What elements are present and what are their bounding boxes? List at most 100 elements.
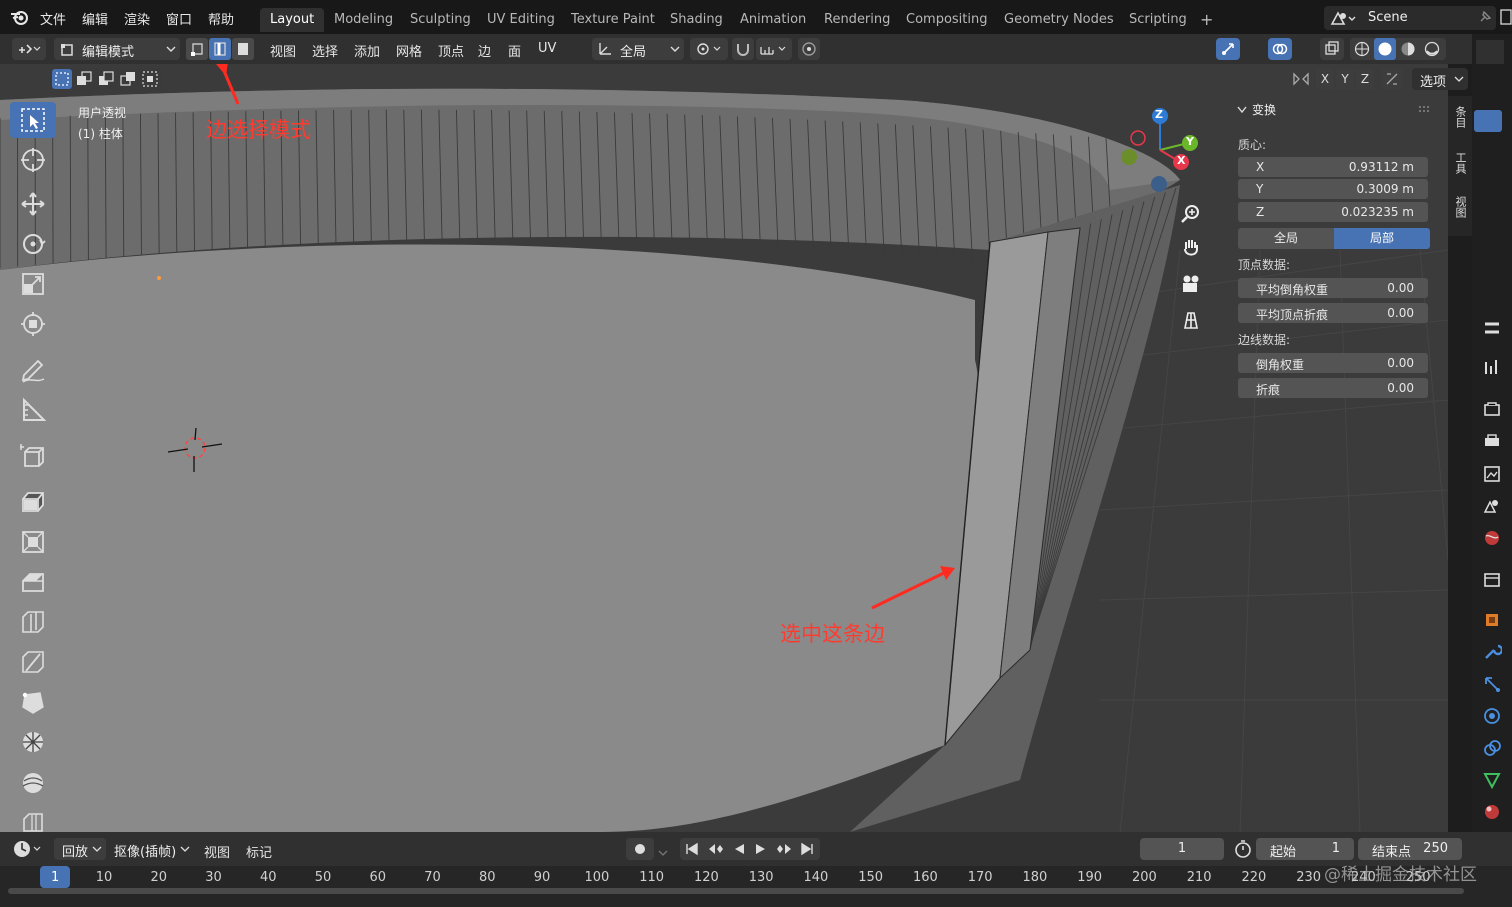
- solid-shading-button[interactable]: [1374, 38, 1396, 60]
- scene-selector[interactable]: Scene: [1324, 6, 1496, 30]
- keying-menu[interactable]: 抠像(插帧): [108, 838, 194, 860]
- median-x-field[interactable]: X 0.93112 m: [1238, 157, 1428, 177]
- menu-window[interactable]: 窗口: [166, 9, 192, 28]
- tool-properties-icon[interactable]: [1482, 318, 1502, 338]
- menu-edit[interactable]: 编辑: [82, 9, 108, 28]
- bevel-tool[interactable]: [10, 564, 56, 600]
- jump-end-icon[interactable]: [800, 842, 814, 856]
- tab-geometry-nodes[interactable]: Geometry Nodes: [994, 8, 1124, 32]
- auto-keying-button[interactable]: [626, 838, 654, 860]
- jump-keyframe-forward-icon[interactable]: [775, 842, 793, 856]
- tab-scripting[interactable]: Scripting: [1119, 8, 1197, 32]
- tab-animation[interactable]: Animation: [730, 8, 816, 32]
- render-properties-icon[interactable]: [1482, 358, 1502, 378]
- header-menu-face[interactable]: 面: [508, 41, 521, 60]
- proportional-edit-toggle[interactable]: [798, 38, 820, 60]
- overlays-toggle[interactable]: [1268, 38, 1292, 60]
- mirror-z-toggle[interactable]: Z: [1356, 69, 1374, 89]
- header-menu-edge[interactable]: 边: [478, 41, 491, 60]
- edge-bevel-weight-field[interactable]: 倒角权重 0.00: [1238, 353, 1428, 373]
- tab-sculpting[interactable]: Sculpting: [400, 8, 481, 32]
- wireframe-shading-icon[interactable]: [1354, 41, 1370, 57]
- header-menu-select[interactable]: 选择: [312, 41, 338, 60]
- inset-tool[interactable]: [10, 524, 56, 560]
- mirror-y-toggle[interactable]: Y: [1336, 69, 1354, 89]
- tab-uv-editing[interactable]: UV Editing: [477, 8, 565, 32]
- mean-vertex-bevel-field[interactable]: 平均倒角权重 0.00: [1238, 278, 1428, 298]
- gizmo-toggle[interactable]: [1216, 38, 1240, 60]
- global-button[interactable]: 全局: [1238, 228, 1334, 249]
- timeline-scrollbar[interactable]: [8, 888, 1464, 894]
- measure-tool[interactable]: [10, 392, 56, 428]
- timeline-editor-type-icon[interactable]: [12, 840, 46, 862]
- tab-tool[interactable]: 工具: [1452, 152, 1468, 174]
- play-icon[interactable]: [754, 842, 768, 856]
- median-y-field[interactable]: Y 0.3009 m: [1238, 179, 1428, 199]
- options-dropdown[interactable]: 选项: [1412, 68, 1468, 90]
- xray-toggle[interactable]: [1320, 38, 1344, 60]
- constraints-icon[interactable]: [1482, 738, 1502, 758]
- tab-rendering[interactable]: Rendering: [814, 8, 900, 32]
- scale-tool[interactable]: [10, 266, 56, 302]
- rotate-tool[interactable]: [10, 226, 56, 262]
- vertex-select-mode-button[interactable]: [186, 38, 208, 60]
- add-cube-tool[interactable]: [10, 438, 56, 474]
- world-properties-icon[interactable]: [1482, 528, 1502, 548]
- playback-menu[interactable]: 回放: [54, 838, 106, 860]
- outliner-toggle-icon[interactable]: [1474, 110, 1502, 132]
- header-menu-add[interactable]: 添加: [354, 41, 380, 60]
- current-frame-field[interactable]: 1: [1140, 838, 1224, 860]
- physics-icon[interactable]: [1482, 706, 1502, 726]
- print-properties-icon[interactable]: [1482, 432, 1502, 452]
- mean-vertex-crease-field[interactable]: 平均顶点折痕 0.00: [1238, 303, 1428, 323]
- end-frame-field[interactable]: 结束点 250: [1358, 838, 1462, 860]
- panel-collapse-chevron-icon[interactable]: [1236, 104, 1248, 119]
- select-subtract-icon[interactable]: [98, 71, 114, 91]
- auto-keying-dropdown-icon[interactable]: [658, 846, 668, 861]
- spin-tool[interactable]: [10, 724, 56, 760]
- jump-start-icon[interactable]: [685, 842, 699, 856]
- select-extend-icon[interactable]: [76, 71, 92, 91]
- timeline-menu-view[interactable]: 视图: [204, 842, 230, 861]
- new-scene-icon[interactable]: [1500, 8, 1512, 30]
- tab-view[interactable]: 视图: [1452, 196, 1468, 218]
- select-new-icon[interactable]: [52, 69, 72, 89]
- extrude-tool[interactable]: [10, 484, 56, 520]
- tab-layout[interactable]: Layout: [260, 8, 325, 32]
- material-shading-icon[interactable]: [1400, 41, 1416, 57]
- header-menu-vertex[interactable]: 顶点: [438, 41, 464, 60]
- rendered-shading-icon[interactable]: [1424, 41, 1440, 57]
- stopwatch-icon[interactable]: [1234, 840, 1252, 862]
- object-properties-icon[interactable]: [1482, 610, 1502, 630]
- annotate-tool[interactable]: [10, 352, 56, 388]
- edge-crease-field[interactable]: 折痕 0.00: [1238, 378, 1428, 398]
- snap-target-dropdown[interactable]: [756, 38, 792, 60]
- transform-orientation-dropdown[interactable]: 全局: [592, 38, 684, 60]
- tab-item[interactable]: 条目: [1452, 106, 1468, 128]
- view-layer-icon[interactable]: [1482, 464, 1502, 484]
- tab-texture-paint[interactable]: Texture Paint: [561, 8, 665, 32]
- mesh-data-icon[interactable]: [1482, 770, 1502, 790]
- topology-mirror-icon[interactable]: [1382, 69, 1402, 89]
- mirror-x-toggle[interactable]: X: [1316, 69, 1334, 89]
- jump-keyframe-back-icon[interactable]: [707, 842, 725, 856]
- outliner-header-icon[interactable]: [1476, 40, 1504, 64]
- move-tool[interactable]: [10, 186, 56, 222]
- transform-tool[interactable]: [10, 306, 56, 342]
- snap-toggle[interactable]: [732, 38, 754, 60]
- select-invert-icon[interactable]: [120, 71, 136, 91]
- timeline-menu-marker[interactable]: 标记: [246, 842, 272, 861]
- loop-cut-tool[interactable]: [10, 604, 56, 640]
- knife-tool[interactable]: [10, 644, 56, 680]
- start-frame-field[interactable]: 起始 1: [1256, 838, 1354, 860]
- header-menu-view[interactable]: 视图: [270, 41, 296, 60]
- add-workspace-button[interactable]: +: [1190, 8, 1223, 32]
- menu-help[interactable]: 帮助: [208, 9, 234, 28]
- pin-icon[interactable]: [1478, 10, 1492, 28]
- tab-compositing[interactable]: Compositing: [896, 8, 998, 32]
- scene-properties-icon[interactable]: [1482, 496, 1502, 516]
- transform-panel-title[interactable]: 变换: [1252, 101, 1276, 118]
- local-button[interactable]: 局部: [1334, 228, 1430, 249]
- play-reverse-icon[interactable]: [732, 842, 746, 856]
- modifier-wrench-icon[interactable]: [1482, 642, 1504, 662]
